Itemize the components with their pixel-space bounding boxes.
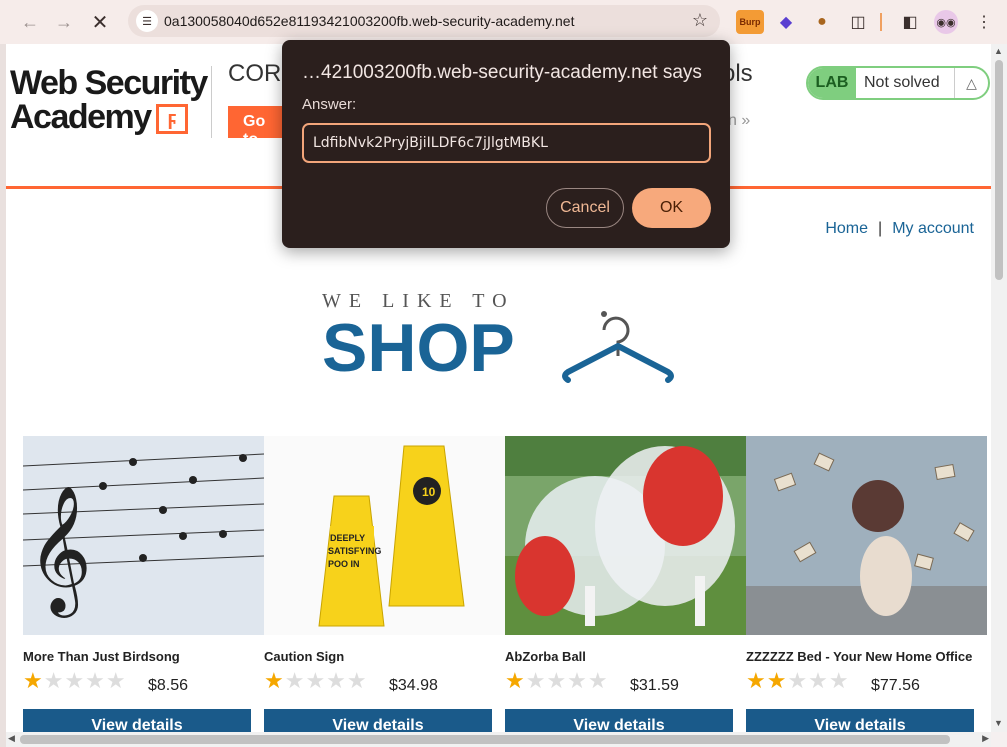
- browser-toolbar: ← → ✕ ☰ 0a130058040d652e81193421003200fb…: [0, 0, 1007, 44]
- address-url[interactable]: 0a130058040d652e81193421003200fb.web-sec…: [164, 13, 574, 29]
- caution-sign-image: DEEPLY SATISFYING POO IN 10: [264, 436, 505, 635]
- view-details-button[interactable]: View details: [505, 709, 733, 732]
- product-price: $77.56: [871, 677, 920, 694]
- product-price: $34.98: [389, 677, 438, 694]
- product-price: $31.59: [630, 677, 679, 694]
- birds-on-wires-image: 𝄞: [23, 436, 264, 635]
- horizontal-scroll-thumb[interactable]: [20, 735, 950, 744]
- back-arrow-icon[interactable]: ←: [16, 8, 44, 36]
- lab-status-badge: LAB Not solved △: [806, 66, 990, 100]
- horizontal-scrollbar[interactable]: ◀ ▶: [6, 732, 991, 747]
- flask-icon: △: [954, 68, 988, 98]
- burp-extension-icon[interactable]: Burp: [736, 10, 764, 34]
- forward-arrow-icon[interactable]: →: [50, 8, 78, 36]
- hanger-icon: [562, 311, 674, 383]
- profile-avatar-icon[interactable]: ◉◉: [934, 10, 958, 34]
- extensions-puzzle-icon[interactable]: ◫: [846, 10, 870, 34]
- star-rating: ★★★★★: [746, 668, 850, 693]
- kebab-menu-icon[interactable]: ⋮: [972, 10, 996, 34]
- my-account-link[interactable]: My account: [892, 220, 974, 237]
- svg-text:𝄞: 𝄞: [27, 484, 92, 618]
- prompt-dialog: …421003200fb.web-security-academy.net sa…: [282, 40, 730, 248]
- header-divider: [211, 66, 212, 138]
- bookmark-star-icon[interactable]: ☆: [692, 10, 708, 31]
- product-price: $8.56: [148, 677, 189, 694]
- diamond-extension-icon[interactable]: ◆: [774, 10, 798, 34]
- dialog-title: …421003200fb.web-security-academy.net sa…: [302, 62, 702, 83]
- nav-separator: |: [878, 220, 883, 237]
- zorb-ball-image: [505, 436, 746, 635]
- double-chevron-icon: »: [741, 112, 751, 129]
- side-panel-icon[interactable]: ◧: [898, 10, 922, 34]
- back-to-description-link[interactable]: n »: [728, 112, 750, 130]
- lab-title: COR: [228, 60, 282, 87]
- svg-text:SATISFYING: SATISFYING: [328, 546, 381, 556]
- view-details-button[interactable]: View details: [264, 709, 492, 732]
- svg-text:POO IN: POO IN: [328, 559, 360, 569]
- shop-logo: WE LIKE TO SHOP: [322, 290, 682, 390]
- toolbar-divider: [880, 13, 882, 31]
- view-details-button[interactable]: View details: [746, 709, 974, 732]
- product-card: AbZorba Ball ★★★★★ $31.59 View details: [505, 436, 746, 732]
- address-bar[interactable]: ☰ 0a130058040d652e81193421003200fb.web-s…: [128, 5, 720, 37]
- svg-text:10: 10: [422, 485, 436, 499]
- site-settings-icon[interactable]: ☰: [136, 10, 158, 32]
- product-card: 𝄞 More Than Just Birdsong ★★★★★ $8.56 Vi…: [23, 436, 264, 732]
- product-name: Caution Sign: [264, 649, 345, 664]
- lightning-logo-icon: ϝ: [156, 104, 188, 134]
- stop-loading-icon[interactable]: ✕: [86, 8, 114, 36]
- flying-books-bed-image: [746, 436, 987, 635]
- product-card: ZZZZZZ Bed - Your New Home Office ★★★★★ …: [746, 436, 987, 732]
- shop-logo-word: SHOP: [322, 310, 515, 386]
- product-name: ZZZZZZ Bed - Your New Home Office: [746, 649, 973, 664]
- answer-input[interactable]: [302, 123, 711, 163]
- star-rating: ★★★★★: [505, 668, 609, 693]
- home-link[interactable]: Home: [825, 220, 868, 237]
- product-card: DEEPLY SATISFYING POO IN 10 Caution Sign…: [264, 436, 505, 732]
- cookie-extension-icon[interactable]: ●: [810, 10, 834, 34]
- lab-status-text: Not solved: [864, 74, 940, 91]
- logo-text-line2: Academy: [10, 98, 152, 136]
- academy-logo[interactable]: Web Security Academy ϝ: [10, 66, 210, 138]
- cancel-button[interactable]: Cancel: [546, 188, 624, 228]
- star-rating: ★★★★★: [264, 668, 368, 693]
- star-rating: ★★★★★: [23, 668, 127, 693]
- ok-button[interactable]: OK: [632, 188, 711, 228]
- view-details-button[interactable]: View details: [23, 709, 251, 732]
- vertical-scrollbar[interactable]: ▲ ▼: [991, 44, 1007, 732]
- lab-tag: LAB: [808, 68, 856, 98]
- svg-text:DEEPLY: DEEPLY: [330, 533, 365, 543]
- scroll-left-arrow-icon[interactable]: ◀: [8, 733, 15, 744]
- scroll-right-arrow-icon[interactable]: ▶: [982, 733, 989, 744]
- product-name: AbZorba Ball: [505, 649, 586, 664]
- vertical-scroll-thumb[interactable]: [995, 60, 1003, 280]
- scroll-up-arrow-icon[interactable]: ▲: [994, 46, 1003, 56]
- logo-text-line1: Web Security: [10, 64, 208, 102]
- scroll-down-arrow-icon[interactable]: ▼: [994, 718, 1003, 728]
- dialog-label: Answer:: [302, 96, 357, 113]
- product-name: More Than Just Birdsong: [23, 649, 180, 664]
- shop-top-nav: Home | My account: [825, 220, 974, 238]
